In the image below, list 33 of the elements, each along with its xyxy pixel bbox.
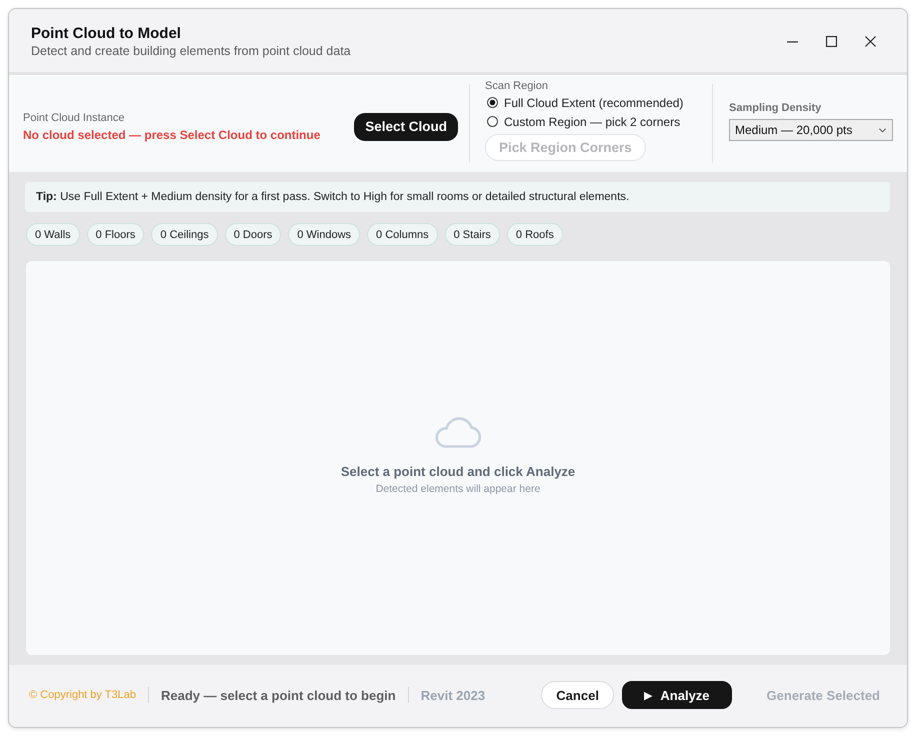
radio-button[interactable] xyxy=(487,97,498,108)
copyright-text: © Copyright by T3Lab xyxy=(29,689,136,701)
element-count-tag: 0 Stairs xyxy=(444,223,500,246)
cloud-icon xyxy=(433,417,483,448)
density-dropdown[interactable]: Medium — 20,000 pts xyxy=(729,119,893,141)
element-count-tag: 0 Ceilings xyxy=(151,223,218,246)
radio-label[interactable]: Full Cloud Extent (recommended) xyxy=(504,96,684,110)
footer-button[interactable]: Cancel xyxy=(541,681,614,709)
radio-button[interactable] xyxy=(487,116,498,127)
empty-state-subtitle: Detected elements will appear here xyxy=(376,483,540,495)
empty-state-title: Select a point cloud and click Analyze xyxy=(340,464,576,479)
field-label: Sampling Density xyxy=(729,101,822,115)
window-subtitle: Detect and create building elements from point cloud data xyxy=(31,42,351,60)
chevron-down-icon xyxy=(879,128,886,132)
status-text: Ready — select a point cloud to begin xyxy=(160,688,396,702)
element-count-tag: 0 Floors xyxy=(86,223,144,246)
tip-text: Tip: Use Full Extent + Medium density for a first pass. Switch to High for small rooms or detailed structural elements. xyxy=(36,191,630,203)
element-count-tag: 0 Doors xyxy=(224,223,282,246)
element-count-tag: 0 Walls xyxy=(26,223,80,246)
field-label: Point Cloud Instance xyxy=(23,111,125,125)
cloud-status-text: No cloud selected — press Select Cloud to continue xyxy=(23,128,320,142)
element-count-tag: 0 Columns xyxy=(367,223,438,246)
version-text: Revit 2023 xyxy=(420,688,486,702)
maximize-icon[interactable] xyxy=(826,36,837,47)
field-label: Scan Region xyxy=(485,79,548,93)
play-icon: ▶ xyxy=(644,688,652,702)
window-title: Point Cloud to Model xyxy=(31,24,181,42)
element-count-tag: 0 Windows xyxy=(288,223,360,246)
footer-button[interactable]: ▶ Analyze xyxy=(622,681,732,709)
select-cloud-button[interactable]: Select Cloud xyxy=(354,112,458,140)
element-count-tag: 0 Roofs xyxy=(506,223,563,246)
radio-label[interactable]: Custom Region — pick 2 corners xyxy=(504,114,680,128)
close-icon[interactable] xyxy=(865,36,876,47)
